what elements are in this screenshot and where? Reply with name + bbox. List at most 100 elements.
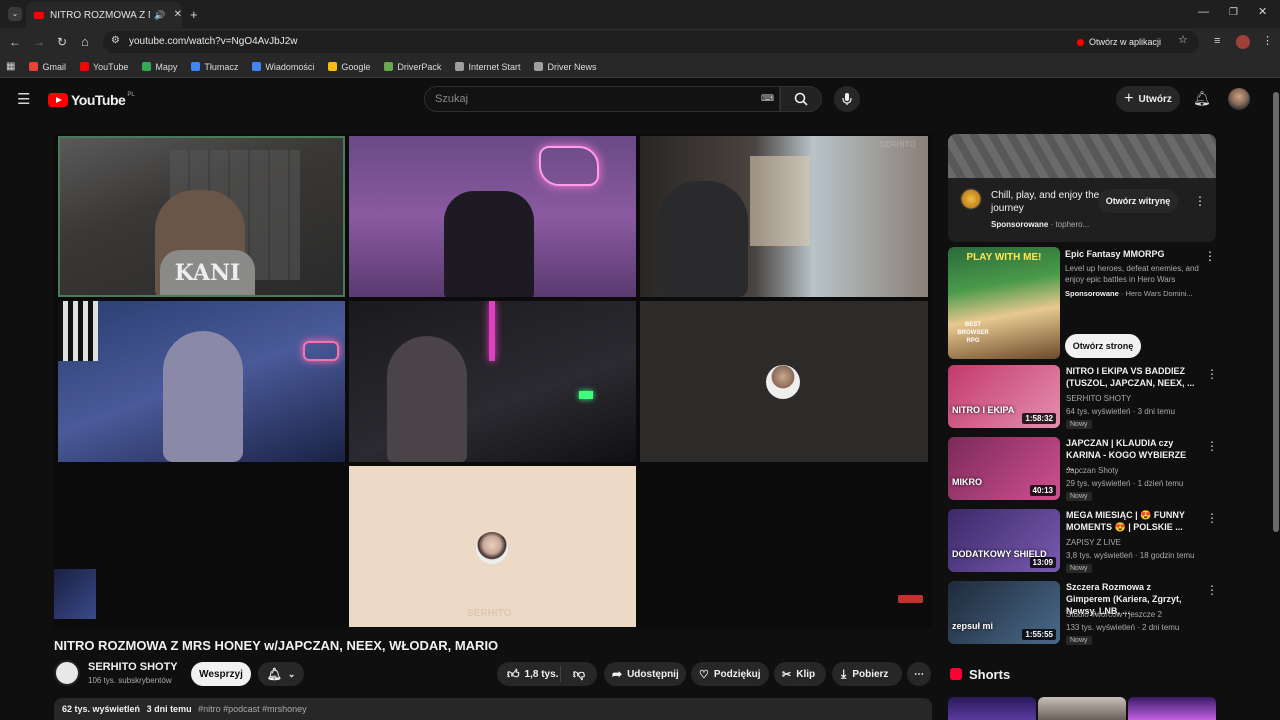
download-label: Pobierz bbox=[852, 668, 889, 680]
subscribe-watermark-icon[interactable] bbox=[898, 595, 923, 603]
clip-button[interactable]: ✂ Klip bbox=[774, 662, 826, 686]
youtube-logo[interactable]: YouTube PL bbox=[48, 92, 135, 108]
ad-menu-icon[interactable]: ⋮ bbox=[1194, 194, 1206, 208]
video-channel[interactable]: Studio Twórców i jeszcze 2 bbox=[1066, 610, 1162, 619]
browser-menu-icon[interactable]: ⋮ bbox=[1262, 36, 1273, 47]
url-text: youtube.com/watch?v=NgO4AvJbJ2w bbox=[129, 36, 298, 47]
search-input[interactable]: Szukaj ⌨ bbox=[424, 86, 780, 112]
scrollbar-thumb[interactable] bbox=[1273, 92, 1279, 532]
short-thumbnail-3[interactable] bbox=[1128, 697, 1216, 720]
notifications-bell-icon[interactable]: 🔔︎ bbox=[1193, 91, 1211, 105]
page-scrollbar[interactable] bbox=[1272, 82, 1280, 720]
download-button[interactable]: ⤓ Pobierz bbox=[832, 662, 902, 686]
keyboard-icon[interactable]: ⌨ bbox=[761, 94, 774, 103]
video-duration: 1:55:55 bbox=[1022, 629, 1056, 640]
bookmark-item[interactable]: Tłumacz bbox=[191, 62, 238, 72]
bookmark-item[interactable]: Internet Start bbox=[455, 62, 520, 72]
restore-icon[interactable]: ❐ bbox=[1229, 8, 1238, 18]
video-player[interactable]: KANI SERHITO SERHITO bbox=[54, 134, 932, 628]
minimize-icon[interactable]: — bbox=[1198, 7, 1209, 18]
address-bar[interactable]: ⚙ youtube.com/watch?v=NgO4AvJbJ2w Otwórz… bbox=[103, 31, 1199, 53]
bookmark-item[interactable]: Driver News bbox=[534, 62, 596, 72]
subscriber-count: 106 tys. subskrybentów bbox=[88, 676, 172, 685]
open-website-button[interactable]: Otwórz witrynę bbox=[1098, 189, 1178, 213]
channel-name[interactable]: SERHITO SHOTY bbox=[88, 661, 178, 673]
account-avatar[interactable] bbox=[1228, 88, 1250, 110]
browser-tab-bar: ⌄ NITRO ROZMOWA Z MRS H 🔊 ✕ + — ❐ ✕ bbox=[0, 0, 1280, 28]
search-button[interactable] bbox=[780, 86, 822, 112]
home-icon[interactable]: ⌂ bbox=[81, 35, 89, 48]
thanks-button[interactable]: ♡ Podziękuj bbox=[691, 662, 769, 686]
dislike-button[interactable]: 👎︎ bbox=[561, 667, 597, 682]
video-channel[interactable]: SERHITO SHOTY bbox=[1066, 394, 1131, 403]
video-channel[interactable]: Japczan Shoty bbox=[1066, 466, 1118, 475]
apps-grid-icon[interactable]: ▦ bbox=[6, 61, 15, 72]
video-menu-icon[interactable]: ⋮ bbox=[1206, 511, 1218, 525]
bookmark-item[interactable]: Wiadomości bbox=[252, 62, 314, 72]
download-icon: ⤓ bbox=[841, 666, 847, 681]
bookmark-item[interactable]: Google bbox=[328, 62, 370, 72]
tab-groups-icon[interactable]: ≡ bbox=[1214, 36, 1220, 47]
ad-card[interactable]: Chill, play, and enjoy the journey Spons… bbox=[948, 134, 1216, 242]
open-in-app-button[interactable]: Otwórz w aplikacji bbox=[1071, 34, 1167, 50]
open-website-label: Otwórz witrynę bbox=[1105, 196, 1171, 206]
bookmark-item[interactable]: Gmail bbox=[29, 62, 66, 72]
bookmark-star-icon[interactable]: ☆ bbox=[1178, 35, 1188, 46]
video-menu-icon[interactable]: ⋮ bbox=[1206, 439, 1218, 453]
recommended-video[interactable]: zepsuł mi 1:55:55 Szczera Rozmowa z Gimper… bbox=[948, 581, 1218, 647]
video-thumbnail: MIKRO 40:13 bbox=[948, 437, 1060, 500]
support-button[interactable]: Wesprzyj bbox=[191, 662, 251, 686]
hashtags[interactable]: #nitro #podcast #mrshoney bbox=[198, 704, 307, 714]
recommended-video[interactable]: DODATKOWY SHIELD 13:09 MEGA MIESIĄC | 😍 FU… bbox=[948, 509, 1218, 575]
promoted-menu-icon[interactable]: ⋮ bbox=[1204, 249, 1216, 263]
bookmark-item[interactable]: DriverPack bbox=[384, 62, 441, 72]
shorts-heading: Shorts bbox=[969, 667, 1011, 682]
more-actions-button[interactable]: ⋯ bbox=[907, 662, 931, 686]
share-button[interactable]: ➦ Udostępnij bbox=[604, 662, 686, 686]
search-placeholder: Szukaj bbox=[435, 93, 469, 105]
profile-avatar[interactable] bbox=[1236, 35, 1250, 49]
bookmark-label: Gmail bbox=[42, 61, 66, 72]
browser-tab-active[interactable]: NITRO ROZMOWA Z MRS H 🔊 ✕ bbox=[26, 2, 182, 28]
heart-dollar-icon: ♡ bbox=[699, 668, 709, 681]
window-close-icon[interactable]: ✕ bbox=[1258, 7, 1267, 18]
promoted-advertiser: Hero Wars Domini... bbox=[1125, 289, 1193, 298]
ad-domain: tophero... bbox=[1055, 220, 1090, 229]
recommended-video[interactable]: MIKRO 40:13 JAPCZAN | KLAUDIA czy KARINA -… bbox=[948, 437, 1218, 503]
reload-icon[interactable]: ↻ bbox=[57, 36, 67, 48]
new-tab-icon[interactable]: + bbox=[190, 8, 198, 21]
video-meta: 3,8 tys. wyświetleń · 18 godzin temu bbox=[1066, 551, 1195, 560]
video-menu-icon[interactable]: ⋮ bbox=[1206, 583, 1218, 597]
participant-avatar-2 bbox=[476, 532, 508, 564]
like-button[interactable]: 👍︎ 1,8 tys. bbox=[497, 666, 561, 682]
bookmark-item[interactable]: Mapy bbox=[142, 62, 177, 72]
site-info-icon[interactable]: ⚙ bbox=[111, 36, 120, 46]
short-thumbnail-1[interactable] bbox=[948, 697, 1036, 720]
promoted-ad[interactable]: PLAY WITH ME! BEST BROWSER RPG Epic Fant… bbox=[948, 247, 1218, 361]
back-icon[interactable]: ← bbox=[9, 36, 21, 48]
bookmark-favicon-icon bbox=[455, 62, 465, 71]
subscribe-notification-button[interactable]: 🔔︎ ⌄ bbox=[258, 662, 304, 686]
short-thumbnail-2[interactable] bbox=[1038, 697, 1126, 720]
tab-close-icon[interactable]: ✕ bbox=[174, 10, 182, 20]
open-in-app-label: Otwórz w aplikacji bbox=[1089, 37, 1162, 47]
bookmark-favicon-icon bbox=[384, 62, 394, 71]
video-channel[interactable]: ZAPISY Z LIVE bbox=[1066, 538, 1121, 547]
tab-audio-icon[interactable]: 🔊 bbox=[154, 10, 165, 20]
video-duration: 13:09 bbox=[1029, 557, 1056, 568]
bookmark-item[interactable]: YouTube bbox=[79, 62, 128, 72]
recommended-video[interactable]: NITRO I EKIPA 1:58:32 NITRO I EKIPA VS BAD… bbox=[948, 365, 1218, 431]
open-page-button[interactable]: Otwórz stronę bbox=[1065, 334, 1141, 358]
channel-avatar[interactable] bbox=[54, 660, 80, 686]
video-thumbnail: DODATKOWY SHIELD 13:09 bbox=[948, 509, 1060, 572]
tab-search-icon[interactable]: ⌄ bbox=[8, 7, 22, 21]
hamburger-menu-icon[interactable]: ☰ bbox=[17, 92, 30, 107]
description-box[interactable]: 62 tys. wyświetleń 3 dni temu #nitro #po… bbox=[54, 698, 932, 720]
new-badge: Nowy bbox=[1066, 636, 1092, 645]
video-title-link[interactable]: MEGA MIESIĄC | 😍 FUNNY MOMENTS 😍 | POLSK… bbox=[1066, 509, 1196, 533]
video-title-link[interactable]: NITRO I EKIPA VS BADDIEZ (TUSZOL, JAPCZA… bbox=[1066, 365, 1196, 389]
forward-icon[interactable]: → bbox=[33, 36, 45, 48]
video-menu-icon[interactable]: ⋮ bbox=[1206, 367, 1218, 381]
voice-search-button[interactable] bbox=[834, 86, 860, 112]
create-button[interactable]: + Utwórz bbox=[1116, 86, 1180, 112]
